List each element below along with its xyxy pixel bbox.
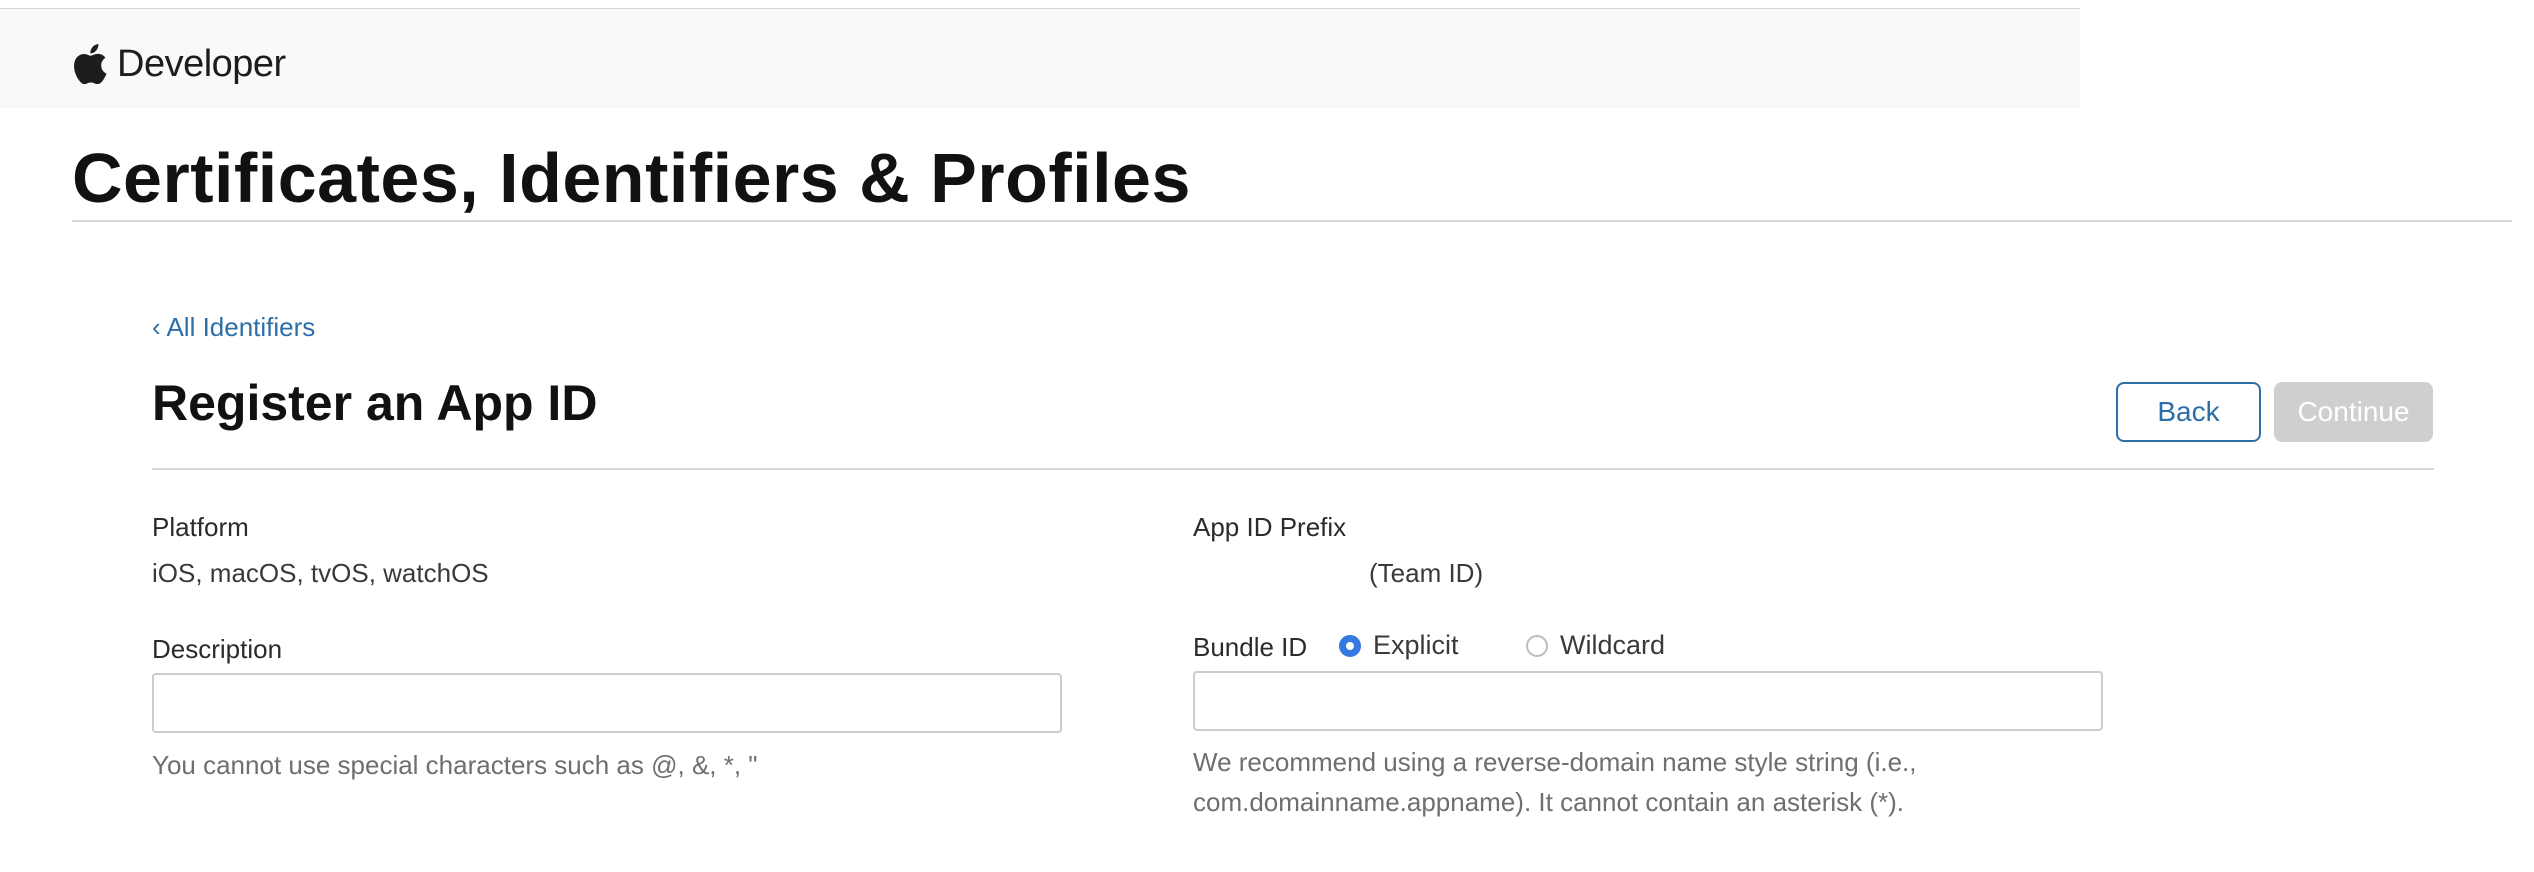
description-input[interactable] bbox=[152, 673, 1062, 733]
description-hint: You cannot use special characters such a… bbox=[152, 750, 758, 780]
apple-logo-icon bbox=[73, 44, 107, 84]
page-title: Certificates, Identifiers & Profiles bbox=[72, 139, 1191, 217]
form-divider bbox=[152, 468, 2434, 470]
radio-wildcard[interactable]: Wildcard bbox=[1526, 630, 1665, 661]
radio-wildcard-button[interactable] bbox=[1526, 634, 1548, 657]
continue-button[interactable]: Continue bbox=[2274, 382, 2433, 442]
form-title: Register an App ID bbox=[152, 375, 598, 431]
app-id-prefix-label: App ID Prefix bbox=[1193, 512, 1347, 542]
brand-name: Developer bbox=[117, 42, 286, 85]
bundle-id-input[interactable] bbox=[1193, 671, 2103, 731]
all-identifiers-link[interactable]: ‹ All Identifiers bbox=[152, 312, 315, 343]
platform-label: Platform bbox=[152, 512, 249, 542]
global-nav: Developer bbox=[0, 9, 2080, 108]
radio-explicit[interactable]: Explicit bbox=[1339, 630, 1459, 661]
brand[interactable]: Developer bbox=[73, 39, 286, 89]
back-button[interactable]: Back bbox=[2116, 382, 2261, 442]
radio-explicit-button[interactable] bbox=[1339, 634, 1361, 657]
description-label: Description bbox=[152, 634, 283, 664]
title-divider bbox=[72, 220, 2512, 222]
platform-value: iOS, macOS, tvOS, watchOS bbox=[152, 558, 489, 588]
radio-explicit-label: Explicit bbox=[1373, 630, 1459, 660]
nav-right-area bbox=[2080, 0, 2526, 97]
bundle-id-label: Bundle ID bbox=[1193, 632, 1308, 662]
bundle-id-hint: We recommend using a reverse-domain name… bbox=[1193, 747, 1917, 817]
app-id-prefix-value: (Team ID) bbox=[1369, 558, 1484, 588]
radio-wildcard-label: Wildcard bbox=[1560, 630, 1666, 660]
